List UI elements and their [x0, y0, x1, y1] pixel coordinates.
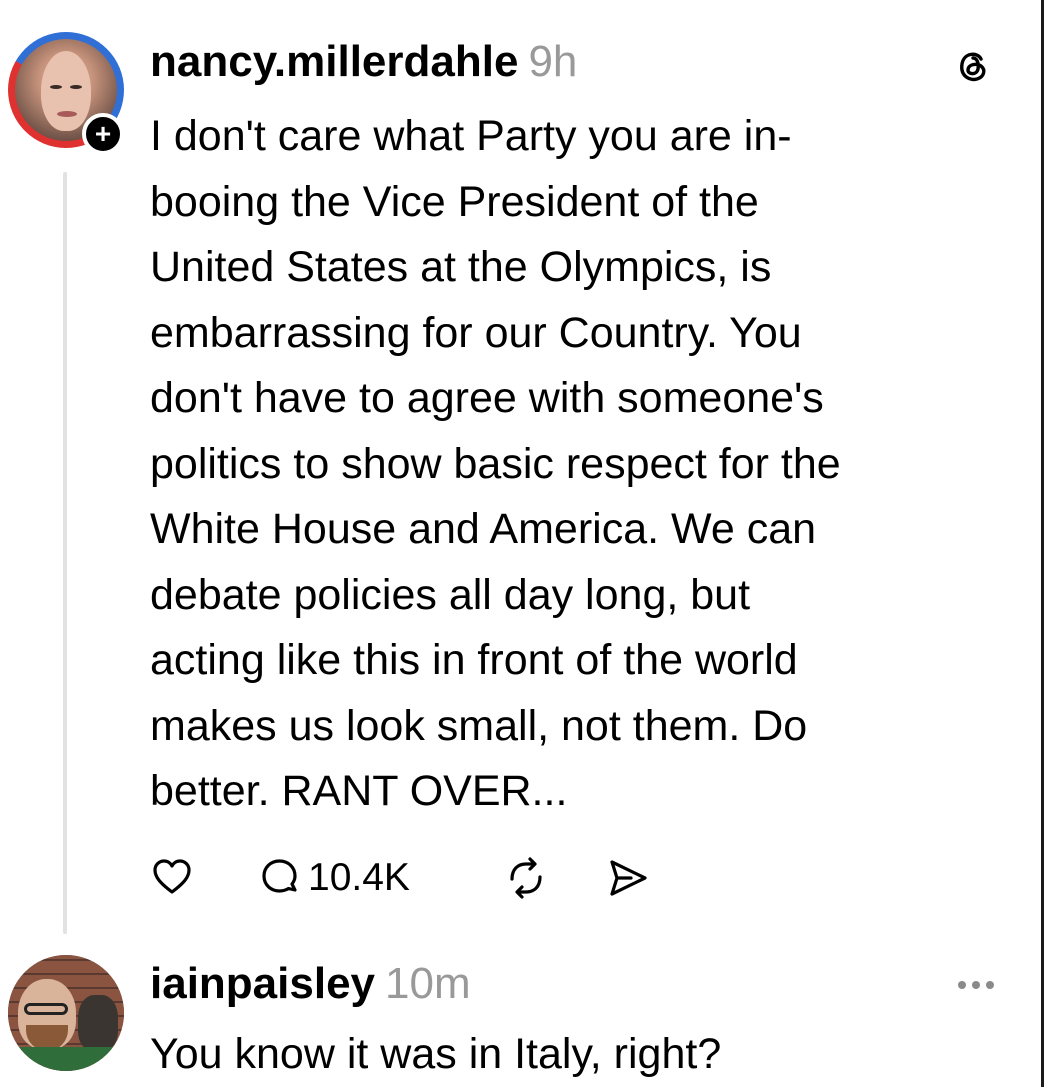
post-text-line: White House and America. We can [150, 505, 817, 553]
avatar-eye-left [50, 85, 62, 89]
post-text-line: better. RANT OVER... [150, 767, 568, 815]
post-text-line: don't have to agree with someone's [150, 374, 824, 422]
avatar-glasses [24, 1003, 68, 1015]
share-button[interactable] [605, 852, 651, 904]
post-author-row: nancy.millerdahle 9h [150, 38, 577, 86]
reply-body: You know it was in Italy, right? [150, 1030, 722, 1078]
reply-count: 10.4K [308, 856, 410, 899]
like-button[interactable] [150, 852, 194, 904]
repost-icon [510, 857, 542, 899]
post-text-line: United States at the Olympics, is [150, 243, 772, 291]
reply-author-row: iainpaisley 10m [150, 960, 471, 1008]
reply-timestamp: 10m [385, 959, 471, 1008]
post-text-line: embarrassing for our Country. You [150, 308, 802, 357]
threads-logo-icon [953, 46, 993, 86]
reply-button[interactable]: 10.4K [258, 852, 410, 904]
post-text-line: debate policies all day long, but [150, 570, 751, 619]
more-options-icon [958, 981, 994, 989]
avatar-eye-right [70, 85, 82, 89]
thread-connector-line [63, 172, 67, 934]
repost-button[interactable] [503, 852, 549, 904]
more-options-button[interactable] [955, 978, 997, 990]
avatar-mouth [57, 111, 77, 117]
post-body: I don't care what Party you are in- booi… [150, 104, 1020, 825]
post-username[interactable]: nancy.millerdahle [150, 37, 518, 86]
post-text-line: politics to show basic respect for the [150, 439, 841, 488]
heart-icon [153, 859, 191, 894]
avatar-shirt [8, 1047, 124, 1071]
post-action-bar: 10.4K [150, 852, 710, 904]
post-text-line: acting like this in front of the world [150, 636, 798, 684]
post-text-line: makes us look small, not them. Do [150, 701, 808, 750]
comment-icon [262, 859, 297, 893]
avatar-face [41, 51, 91, 131]
avatar-iainpaisley[interactable] [8, 955, 124, 1071]
avatar-dog [78, 995, 118, 1051]
post-timestamp: 9h [528, 37, 578, 86]
post-text-line: I don't care what Party you are in- [150, 112, 792, 160]
post-text-line: booing the Vice President of the [150, 177, 759, 226]
reply-username[interactable]: iainpaisley [150, 959, 375, 1008]
send-icon [610, 860, 647, 896]
follow-plus-badge[interactable]: + [82, 113, 124, 155]
